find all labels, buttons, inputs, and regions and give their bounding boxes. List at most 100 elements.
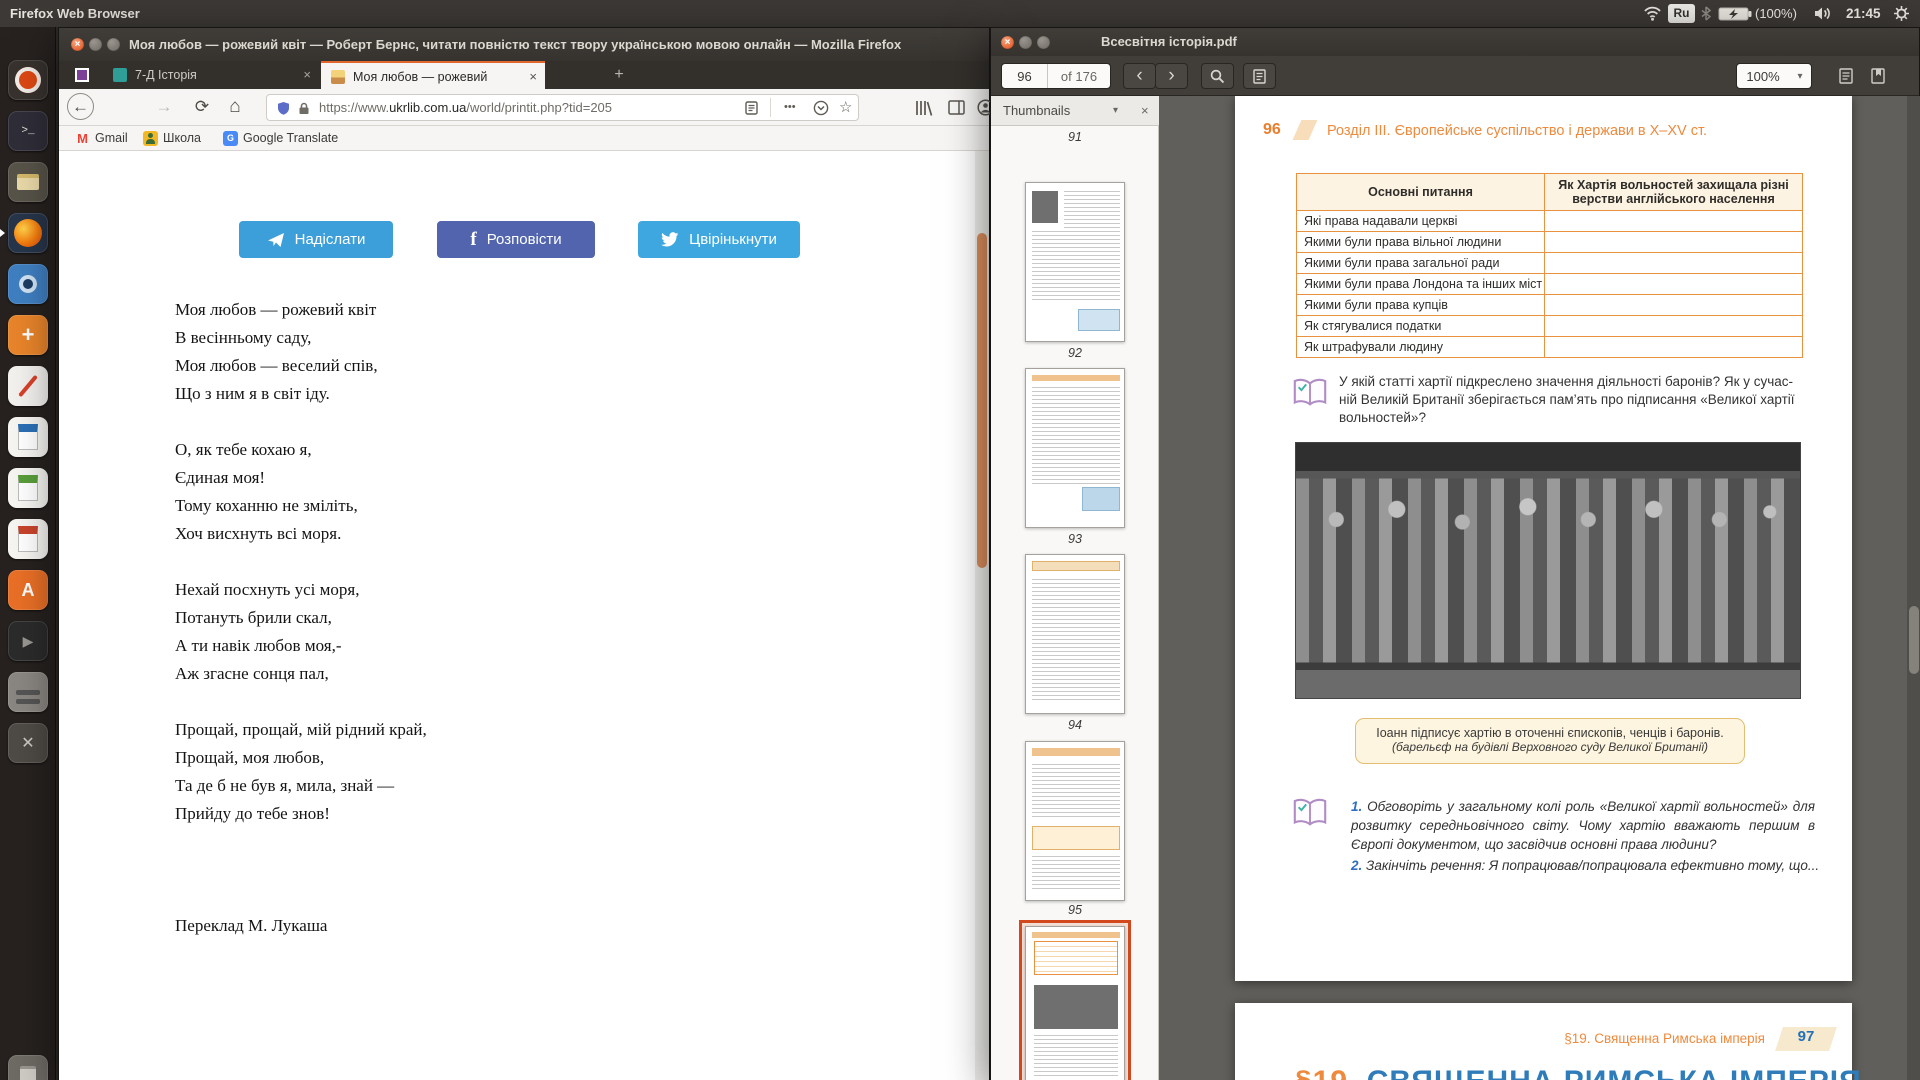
reader-view-icon[interactable]	[745, 101, 758, 115]
lock-icon[interactable]	[298, 102, 310, 115]
dock-item-editor[interactable]	[8, 366, 48, 406]
dock-item-terminal[interactable]: >_	[8, 111, 48, 151]
dock-item-writer[interactable]	[8, 417, 48, 457]
pdf-toolbar: 96 of 176 ‹ › 100% ▾	[991, 56, 1919, 96]
bookmark-google-translate[interactable]: Google Translate	[243, 126, 338, 151]
google-translate-icon: G	[223, 131, 238, 146]
dock-item-app-store[interactable]: A	[8, 570, 48, 610]
maximize-button[interactable]	[1037, 36, 1050, 49]
dock-item-impress[interactable]	[8, 519, 48, 559]
dock-item-calc[interactable]	[8, 468, 48, 508]
close-sidebar-icon[interactable]: ×	[1141, 96, 1149, 126]
pdf-scrollbar-track[interactable]	[1907, 96, 1920, 1080]
back-button[interactable]: ←	[67, 93, 94, 120]
table-col2-header: Як Хартія вольностей захищала різні верс…	[1545, 178, 1802, 206]
gmail-icon: M	[75, 131, 90, 146]
dock-item-files[interactable]	[8, 162, 48, 202]
forward-button[interactable]: →	[151, 89, 177, 126]
pdf-scrollbar-thumb[interactable]	[1909, 606, 1919, 674]
share-button-label: Розповісти	[487, 231, 562, 248]
sidebar-toggle-icon[interactable]	[948, 100, 965, 115]
tracking-shield-icon[interactable]	[277, 101, 290, 116]
chevron-down-icon: ▾	[1789, 64, 1811, 88]
clock[interactable]: 21:45	[1846, 0, 1881, 27]
minimize-button[interactable]	[1019, 36, 1032, 49]
keyboard-layout-indicator[interactable]: Ru	[1668, 4, 1695, 23]
search-button[interactable]	[1201, 63, 1234, 89]
page-number-input[interactable]: 96	[1002, 64, 1048, 88]
dock-item-archive[interactable]	[8, 672, 48, 712]
url-bar[interactable]: https://www.ukrlib.com.ua/world/printit.…	[266, 94, 859, 121]
calc-doc-icon	[18, 475, 38, 501]
session-gear-icon[interactable]	[1893, 5, 1910, 22]
annotation-button[interactable]	[1831, 63, 1861, 89]
dock-item-media-player[interactable]: ▶	[8, 621, 48, 661]
dock-item-trash[interactable]	[8, 1055, 48, 1080]
battery-percent[interactable]: (100%)	[1755, 0, 1797, 27]
share-button-label: Надіслати	[295, 231, 366, 248]
dock-item-software-center[interactable]: +	[8, 315, 48, 355]
folder-icon	[17, 174, 39, 190]
window-title: Всесвітня історія.pdf	[1101, 28, 1237, 56]
url-text[interactable]: https://www.ukrlib.com.ua/world/printit.…	[319, 95, 612, 120]
dock-item-tools[interactable]: ✕	[8, 723, 48, 763]
thumbnail-page-95[interactable]	[1025, 741, 1125, 901]
facebook-f-icon: f	[470, 229, 476, 251]
dock-item-dash[interactable]	[8, 60, 48, 100]
bookmark-star-icon[interactable]: ☆	[839, 95, 852, 120]
battery-icon[interactable]	[1718, 7, 1752, 21]
charter-table: Основні питання Як Хартія вольностей зах…	[1296, 173, 1803, 358]
poem-stanza-3: Нехай посхнуть усі моря,Потануть брили с…	[175, 576, 360, 688]
close-button[interactable]: ×	[71, 38, 84, 51]
caption-line1: Іоанн підписує хартію в оточенні єпископ…	[1356, 726, 1744, 740]
telegram-share-button[interactable]: Надіслати	[239, 221, 393, 258]
search-icon	[1210, 69, 1225, 84]
scrollbar-thumb[interactable]	[977, 233, 987, 568]
thumbnail-page-94[interactable]	[1025, 554, 1125, 714]
share-button-label: Цвірінькнути	[689, 231, 777, 248]
page-number-group: 96 of 176	[1001, 63, 1111, 89]
close-button[interactable]: ×	[1001, 36, 1014, 49]
bookmarks-button[interactable]	[1863, 63, 1893, 89]
bookmark-gmail[interactable]: Gmail	[95, 126, 128, 151]
thumbnail-page-96-selected[interactable]	[1025, 926, 1125, 1080]
tab-close-icon[interactable]: ×	[529, 63, 537, 91]
bluetooth-icon[interactable]	[1701, 6, 1711, 21]
page-actions-icon[interactable]: •••	[784, 95, 796, 120]
play-icon: ▶	[23, 633, 34, 650]
reload-button[interactable]: ⟳	[189, 89, 215, 126]
dock-item-camera[interactable]	[8, 264, 48, 304]
pocket-icon[interactable]	[813, 100, 829, 116]
new-tab-button[interactable]: +	[607, 61, 631, 89]
home-button[interactable]: ⌂	[222, 89, 248, 126]
minimize-button[interactable]	[89, 38, 102, 51]
volume-icon[interactable]	[1814, 6, 1832, 21]
facebook-share-button[interactable]: f Розповісти	[437, 221, 595, 258]
previous-page-button[interactable]: ‹	[1123, 63, 1156, 89]
zoom-dropdown[interactable]: 100% ▾	[1736, 63, 1812, 89]
thumbnail-page-93[interactable]	[1025, 368, 1125, 528]
bas-relief-photo	[1295, 442, 1801, 699]
tab-history-class[interactable]: 7-Д Історія ×	[103, 61, 319, 89]
pdf-page-97: §19. Священна Римська імперія 97 §19. СВ…	[1235, 1003, 1852, 1080]
pinned-tab[interactable]	[75, 68, 89, 82]
sidebar-toggle-button[interactable]	[1243, 63, 1276, 89]
twitter-share-button[interactable]: Цвірінькнути	[638, 221, 800, 258]
bookmark-school[interactable]: Школа	[163, 126, 201, 151]
pdf-page-96: 96 Розділ III. Європейське суспільство і…	[1235, 96, 1852, 981]
dock-item-firefox[interactable]	[8, 213, 48, 253]
wifi-icon[interactable]	[1643, 6, 1662, 21]
table-row: Якими були права загальної ради	[1297, 252, 1802, 273]
twitter-bird-icon	[661, 232, 679, 247]
library-icon[interactable]	[915, 100, 933, 116]
thumbnail-page-92[interactable]	[1025, 182, 1125, 342]
zoom-level: 100%	[1737, 64, 1789, 88]
desktop: Firefox Web Browser Ru (100%) 21:45	[0, 0, 1920, 1080]
next-page-button[interactable]: ›	[1155, 63, 1188, 89]
tab-close-icon[interactable]: ×	[303, 61, 311, 89]
maximize-button[interactable]	[107, 38, 120, 51]
pdf-titlebar[interactable]: × Всесвітня історія.pdf	[991, 28, 1919, 56]
chevron-down-icon[interactable]: ▾	[1113, 96, 1118, 126]
tab-poem-active[interactable]: Моя любов — рожевий ×	[321, 61, 545, 89]
firefox-titlebar[interactable]: × Моя любов — рожевий квіт — Роберт Берн…	[59, 28, 989, 61]
